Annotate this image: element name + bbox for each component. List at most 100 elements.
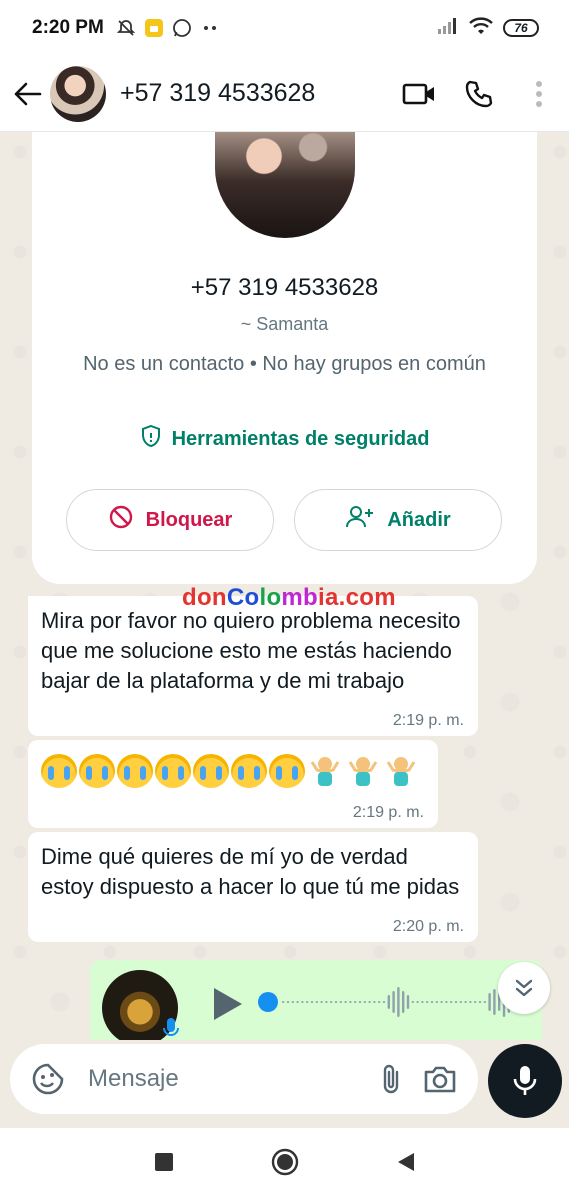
shrug-emoji [307, 754, 343, 788]
shield-icon [140, 424, 162, 454]
waveform-bar [406, 995, 410, 1009]
waveform-bar [392, 991, 395, 1013]
waveform-bar [291, 1001, 294, 1003]
block-label: Bloquear [145, 508, 233, 531]
voice-call-icon[interactable] [449, 64, 509, 124]
shrug-emoji [345, 754, 381, 788]
crying-face-emoji [155, 754, 191, 788]
waveform-bar [382, 1001, 386, 1003]
system-navigation-bar [0, 1128, 569, 1200]
message-input[interactable]: Mensaje [88, 1065, 368, 1093]
waveform-bar [402, 991, 405, 1013]
waveform-bar [320, 1001, 323, 1003]
waveform-bar [430, 1001, 434, 1003]
add-contact-button[interactable]: Añadir [294, 489, 502, 551]
card-contact-name: ~ Samanta [240, 314, 329, 334]
waveform-bar [339, 1001, 342, 1003]
whatsapp-icon [172, 18, 192, 38]
waveform [282, 987, 520, 1017]
safety-tools-label: Herramientas de seguridad [171, 427, 430, 450]
crying-face-emoji [193, 754, 229, 788]
waveform-bar [474, 1001, 477, 1003]
recents-square-icon[interactable] [154, 1152, 174, 1177]
video-call-icon[interactable] [389, 64, 449, 124]
emoji-message-bubble[interactable]: 2:19 p. m. [28, 740, 438, 828]
waveform-bar [483, 1001, 486, 1003]
waveform-bar [416, 1001, 419, 1003]
waveform-bar [349, 1001, 352, 1003]
waveform-bar [421, 1001, 424, 1003]
crying-face-emoji [231, 754, 267, 788]
battery-indicator: 76 [503, 19, 539, 37]
waveform-bar [411, 1001, 414, 1003]
more-notifications-icon [200, 18, 220, 38]
contact-info-card: +57 319 4533628 ~ Samanta No es un conta… [32, 132, 537, 584]
waveform-bar [315, 1001, 318, 1003]
waveform-bar [387, 995, 390, 1009]
more-options-icon[interactable] [509, 64, 569, 124]
message-time: 2:20 p. m. [392, 918, 464, 935]
message-input-bar: Mensaje [10, 1044, 478, 1114]
message-time: 2:19 p. m. [352, 804, 424, 821]
emoji-sticker-icon[interactable] [24, 1055, 72, 1103]
app-badge-icon [144, 18, 164, 38]
waveform-bar [469, 1001, 472, 1003]
signal-icon [437, 17, 459, 40]
waveform-bar [378, 1001, 381, 1003]
shrug-emoji [383, 754, 419, 788]
message-bubble[interactable]: Dime qué quieres de mí yo de verdad esto… [28, 832, 478, 942]
waveform-bar [478, 1001, 482, 1003]
block-icon [108, 504, 134, 536]
card-contact-info: No es un contacto • No hay grupos en com… [83, 353, 486, 375]
waveform-bar [464, 1001, 467, 1003]
play-icon[interactable] [212, 986, 244, 1027]
voice-message-bubble[interactable] [90, 960, 542, 1040]
back-arrow-icon[interactable] [6, 72, 50, 116]
waveform-bar [330, 1001, 333, 1003]
emoji-row [41, 754, 424, 788]
waveform-bar [344, 1001, 347, 1003]
block-button[interactable]: Bloquear [66, 489, 274, 551]
crying-face-emoji [41, 754, 77, 788]
playback-position-handle[interactable] [258, 992, 278, 1012]
camera-icon[interactable] [416, 1055, 464, 1103]
waveform-bar [435, 1001, 438, 1003]
contact-title[interactable]: +57 319 4533628 [120, 79, 389, 108]
waveform-bar [334, 1001, 338, 1003]
waveform-bar [358, 1001, 362, 1003]
card-phone-number: +57 319 4533628 [190, 274, 379, 301]
safety-tools-link[interactable]: Herramientas de seguridad [32, 424, 537, 454]
contact-avatar[interactable] [50, 65, 106, 122]
chat-header: +57 319 4533628 [0, 56, 569, 132]
waveform-bar [306, 1001, 309, 1003]
voice-record-button[interactable] [488, 1044, 562, 1118]
waveform-bar [459, 1001, 462, 1003]
back-triangle-icon[interactable] [396, 1151, 416, 1178]
waveform-bar [363, 1001, 366, 1003]
waveform-bar [454, 1001, 458, 1003]
status-time: 2:20 PM [32, 17, 104, 38]
scroll-to-bottom-button[interactable] [498, 962, 550, 1014]
add-label: Añadir [387, 508, 451, 531]
double-chevron-down-icon [515, 979, 533, 997]
message-bubble[interactable]: Mira por favor no quiero problema necesi… [28, 596, 478, 736]
waveform-bar [301, 1001, 304, 1003]
mic-badge-icon [162, 1016, 180, 1040]
chat-area: +57 319 4533628 ~ Samanta No es un conta… [0, 132, 569, 1040]
watermark-text: donColombia.com [182, 584, 396, 611]
waveform-bar [488, 993, 491, 1011]
home-circle-icon[interactable] [270, 1147, 300, 1182]
contact-profile-photo[interactable] [215, 132, 355, 238]
waveform-bar [286, 1001, 290, 1003]
waveform-bar [282, 1001, 285, 1003]
waveform-bar [325, 1001, 328, 1003]
attach-icon[interactable] [368, 1055, 416, 1103]
message-text: Dime qué quieres de mí yo de verdad esto… [41, 844, 460, 899]
waveform-bar [368, 1001, 371, 1003]
mute-bell-icon [116, 18, 136, 38]
status-bar: 2:20 PM 76 [0, 0, 569, 56]
waveform-bar [440, 1001, 443, 1003]
microphone-icon [513, 1066, 537, 1095]
waveform-bar [426, 1001, 429, 1003]
waveform-bar [445, 1001, 448, 1003]
